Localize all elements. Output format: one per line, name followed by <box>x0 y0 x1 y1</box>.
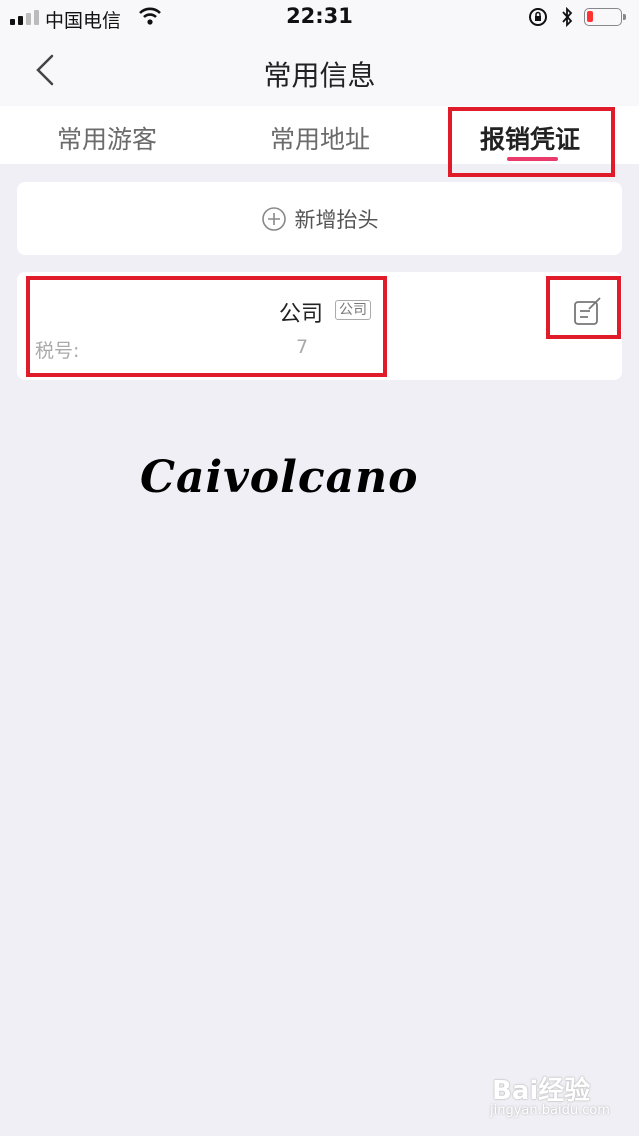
page-title: 常用信息 <box>263 59 376 92</box>
add-invoice-header-button[interactable]: 新增抬头 <box>17 182 622 255</box>
add-circle-icon <box>261 207 286 231</box>
tab-frequent-addresses[interactable]: 常用地址 <box>270 120 370 156</box>
highlight-box-edit <box>546 276 621 339</box>
baidu-jingyan-url: jingyan.baidu.com <box>490 1103 610 1118</box>
highlight-box-tab <box>448 107 615 177</box>
rotation-lock-icon <box>529 8 547 26</box>
signature-watermark: Caivolcano <box>140 452 419 503</box>
tab-frequent-travelers[interactable]: 常用游客 <box>57 120 157 156</box>
baidu-jingyan-logo: Bai经验 <box>492 1076 591 1106</box>
battery-icon <box>584 8 626 26</box>
status-bar: 中国电信 22:31 <box>0 0 639 40</box>
bluetooth-icon <box>562 6 573 28</box>
add-header-label: 新增抬头 <box>294 208 379 232</box>
highlight-box-company <box>26 276 387 377</box>
nav-bar: 常用信息 <box>0 40 639 106</box>
